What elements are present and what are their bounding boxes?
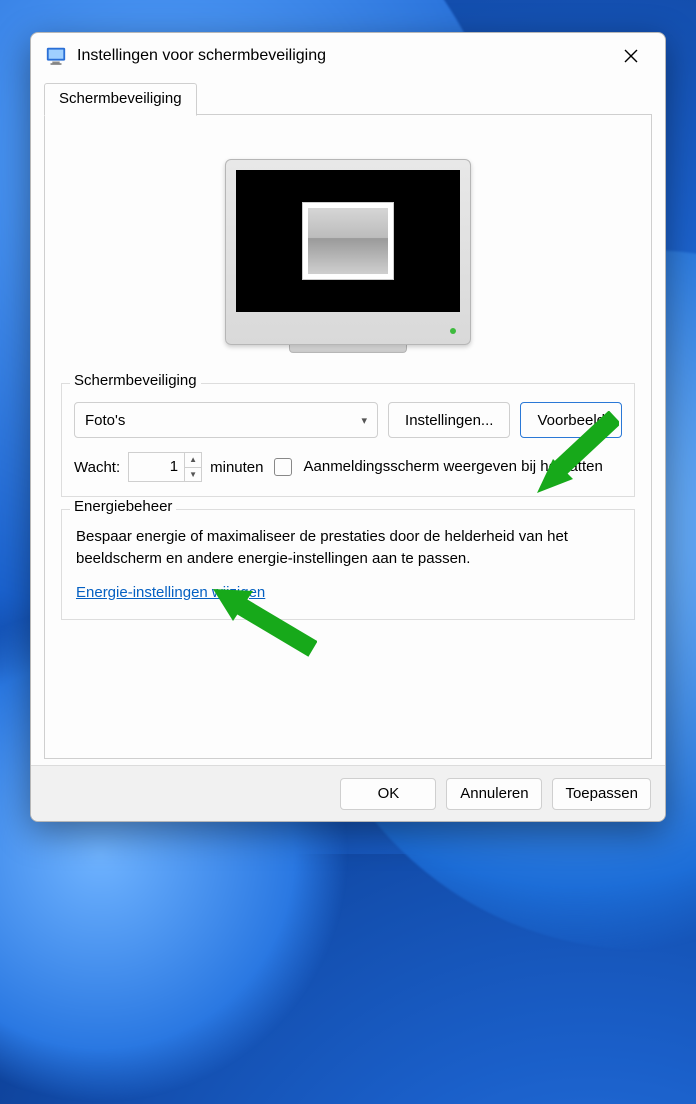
power-settings-link[interactable]: Energie-instellingen wijzigen — [76, 584, 265, 601]
wait-stepper[interactable]: ▲ ▼ — [184, 452, 202, 482]
preview-button[interactable]: Voorbeeld — [520, 402, 622, 438]
window-title: Instellingen voor schermbeveiliging — [77, 47, 609, 65]
wait-label: Wacht: — [74, 459, 120, 476]
dialog-footer: OK Annuleren Toepassen — [31, 765, 665, 821]
power-group: Energiebeheer Bespaar energie of maximal… — [61, 509, 635, 620]
apply-button-label: Toepassen — [565, 785, 638, 802]
stepper-down-icon[interactable]: ▼ — [185, 468, 201, 482]
ok-button[interactable]: OK — [340, 778, 436, 810]
wait-value[interactable]: 1 — [128, 452, 184, 482]
client-area: Schermbeveiliging Schermbeveiliging — [31, 79, 665, 765]
monitor-screen — [236, 170, 460, 312]
preview-button-label: Voorbeeld — [537, 412, 605, 429]
ok-button-label: OK — [378, 785, 400, 802]
screensaver-group-label: Schermbeveiliging — [70, 372, 201, 389]
tab-strip: Schermbeveiliging — [44, 83, 652, 115]
settings-button[interactable]: Instellingen... — [388, 402, 510, 438]
photo-thumbnail — [308, 208, 388, 274]
apply-button[interactable]: Toepassen — [552, 778, 651, 810]
photo-card — [302, 202, 394, 280]
tab-page: Schermbeveiliging Foto's ▾ Instellingen.… — [44, 115, 652, 759]
power-group-label: Energiebeheer — [70, 498, 176, 515]
monitor-preview — [61, 159, 635, 353]
power-led-icon — [450, 328, 456, 334]
chevron-down-icon: ▾ — [362, 414, 368, 427]
screensaver-icon — [45, 45, 67, 67]
settings-button-label: Instellingen... — [405, 412, 493, 429]
power-description: Bespaar energie of maximaliseer de prest… — [76, 526, 620, 570]
monitor-stand — [289, 345, 407, 353]
screensaver-select-value: Foto's — [85, 412, 125, 429]
close-icon — [624, 49, 638, 63]
titlebar: Instellingen voor schermbeveiliging — [31, 33, 665, 79]
wait-spinner[interactable]: 1 ▲ ▼ — [128, 452, 202, 482]
screensaver-select[interactable]: Foto's ▾ — [74, 402, 378, 438]
tab-screensaver[interactable]: Schermbeveiliging — [44, 83, 197, 116]
monitor-frame — [225, 159, 471, 345]
wait-unit: minuten — [210, 459, 263, 476]
cancel-button-label: Annuleren — [460, 785, 528, 802]
screensaver-settings-window: Instellingen voor schermbeveiliging Sche… — [30, 32, 666, 822]
resume-logon-label: Aanmeldingsscherm weergeven bij hervatte… — [304, 458, 603, 477]
stepper-up-icon[interactable]: ▲ — [185, 453, 201, 468]
cancel-button[interactable]: Annuleren — [446, 778, 542, 810]
resume-logon-checkbox[interactable] — [274, 458, 292, 476]
close-button[interactable] — [609, 39, 653, 73]
screensaver-group: Schermbeveiliging Foto's ▾ Instellingen.… — [61, 383, 635, 497]
tab-label: Schermbeveiliging — [59, 90, 182, 107]
